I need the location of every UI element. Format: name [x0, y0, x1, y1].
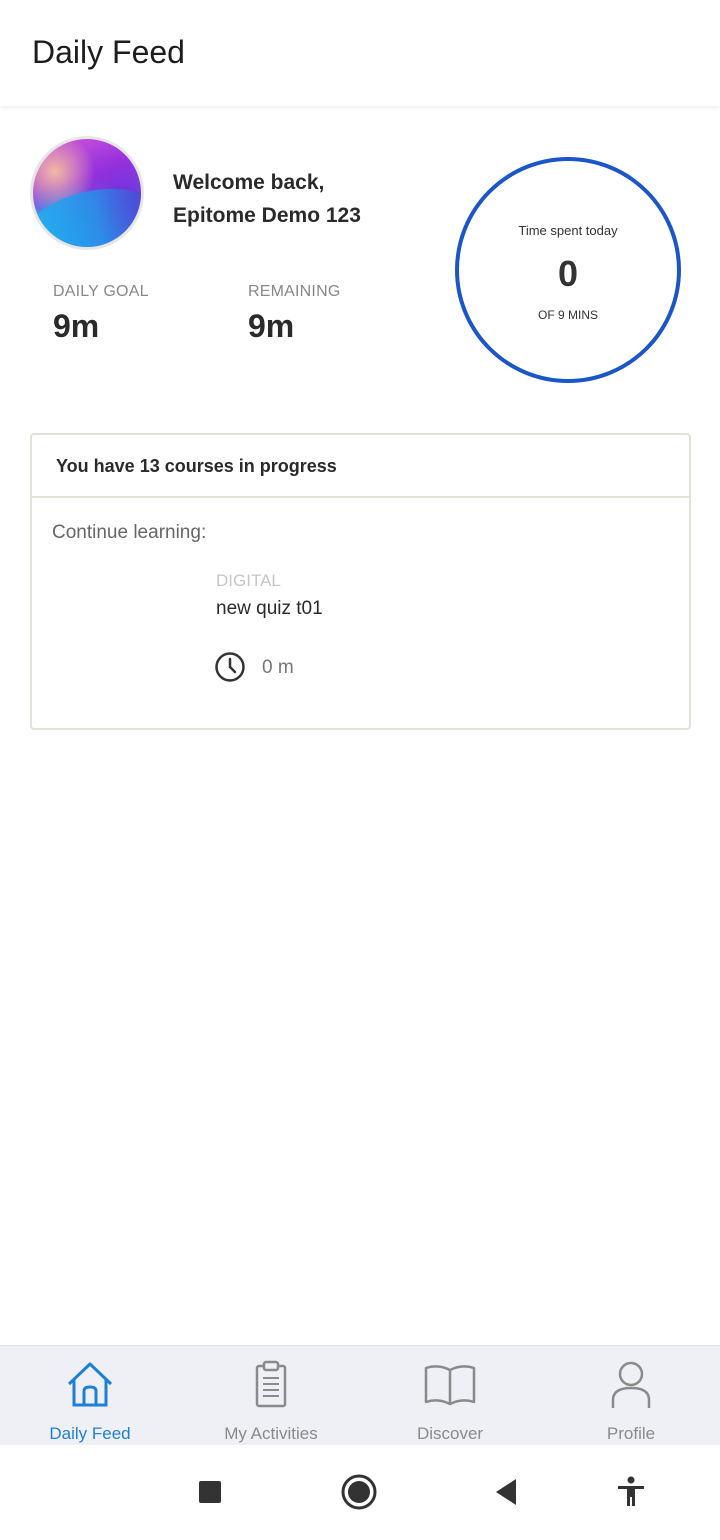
accessibility-icon[interactable]: [616, 1476, 646, 1508]
nav-discover-label: Discover: [416, 1424, 484, 1443]
nav-my-activities[interactable]: My Activities: [181, 1346, 361, 1446]
welcome-line-1: Welcome back,: [173, 171, 325, 194]
page-title: Daily Feed: [32, 34, 185, 70]
time-spent-ring: Time spent today 0 OF 9 MINS: [455, 157, 681, 383]
home-icon: [67, 1362, 113, 1407]
nav-profile-label: Profile: [606, 1424, 656, 1443]
home-circle-icon[interactable]: [341, 1474, 377, 1510]
nav-daily-feed-label: Daily Feed: [49, 1424, 131, 1443]
back-icon[interactable]: [492, 1477, 520, 1507]
welcome-message: Welcome back, Epitome Demo 123: [173, 166, 361, 232]
time-spent-value: 0: [557, 253, 579, 294]
daily-goal-value: 9m: [53, 308, 100, 344]
nav-daily-feed[interactable]: Daily Feed: [0, 1346, 180, 1446]
continue-learning-label: Continue learning:: [52, 522, 207, 543]
time-spent-title: Time spent today: [518, 223, 618, 238]
recent-apps-icon[interactable]: [199, 1481, 221, 1503]
nav-discover[interactable]: Discover: [360, 1346, 540, 1446]
time-spent-subtitle: OF 9 MINS: [537, 308, 598, 322]
daily-goal-label: DAILY GOAL: [53, 283, 149, 300]
nav-profile[interactable]: Profile: [541, 1346, 720, 1446]
course-category: DIGITAL: [216, 571, 281, 590]
remaining-label: REMAINING: [248, 283, 341, 300]
course-duration: 0 m: [262, 657, 294, 678]
person-icon: [611, 1361, 651, 1408]
avatar[interactable]: [30, 136, 144, 250]
system-navigation-bar: [0, 1445, 720, 1540]
clipboard-icon: [255, 1360, 287, 1408]
book-icon: [424, 1365, 476, 1406]
nav-my-activities-label: My Activities: [224, 1424, 318, 1443]
remaining-value: 9m: [248, 308, 295, 344]
course-title[interactable]: new quiz t01: [216, 598, 323, 620]
app-header: Daily Feed: [0, 0, 720, 106]
courses-card: You have 13 courses in progress Continue…: [30, 433, 691, 730]
user-name: Epitome Demo 123: [173, 204, 361, 227]
courses-in-progress-header[interactable]: You have 13 courses in progress: [32, 435, 689, 498]
clock-icon: [215, 652, 245, 682]
bottom-nav: Daily Feed My Activities Discover Profil…: [0, 1345, 720, 1445]
